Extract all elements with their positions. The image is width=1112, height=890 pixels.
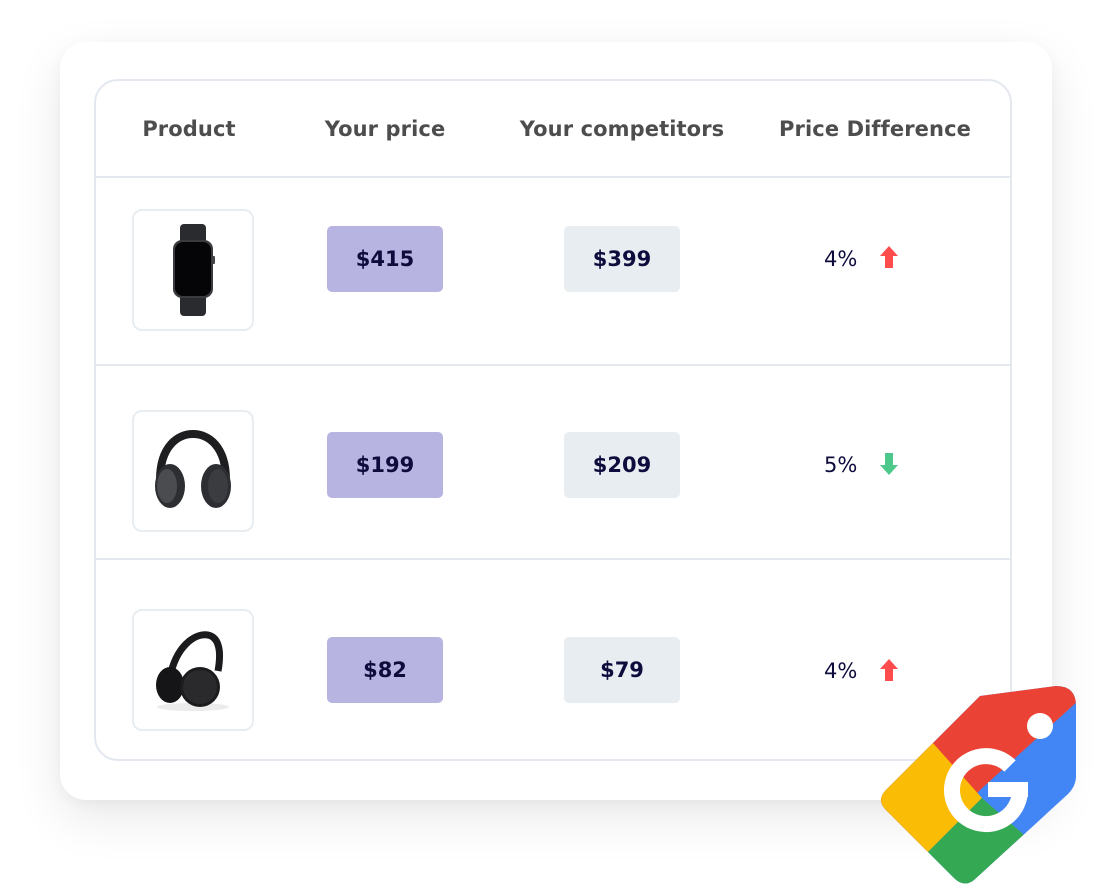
product-thumbnail (132, 209, 254, 331)
price-difference-value: 5% (824, 453, 858, 477)
over-ear-headphones-image (155, 429, 231, 508)
price-comparison-table: Product Your price Your competitors Pric… (94, 79, 1012, 761)
price-difference-value: 4% (824, 659, 858, 683)
wireless-headphones-image (156, 631, 229, 711)
table-row[interactable]: $415 $399 4% (96, 178, 1010, 366)
header-product: Product (142, 117, 236, 141)
competitor-price-badge: $399 (564, 226, 680, 292)
header-price-difference: Price Difference (779, 117, 971, 141)
header-your-price: Your price (324, 117, 446, 141)
header-competitors: Your competitors (519, 117, 725, 141)
price-difference-value: 4% (824, 247, 858, 271)
product-thumbnail (132, 609, 254, 731)
arrow-up-icon (880, 246, 898, 268)
your-price-badge: $415 (327, 226, 443, 292)
competitor-price-badge: $79 (564, 637, 680, 703)
table-header: Product Your price Your competitors Pric… (96, 81, 1010, 178)
table-row[interactable]: $199 $209 5% (96, 366, 1010, 560)
smartwatch-image (173, 224, 215, 316)
arrow-up-icon (880, 659, 898, 681)
your-price-badge: $82 (327, 637, 443, 703)
competitor-price-badge: $209 (564, 432, 680, 498)
product-thumbnail (132, 410, 254, 532)
arrow-down-icon (880, 453, 898, 475)
google-shopping-tag-icon (881, 686, 1076, 884)
your-price-badge: $199 (327, 432, 443, 498)
